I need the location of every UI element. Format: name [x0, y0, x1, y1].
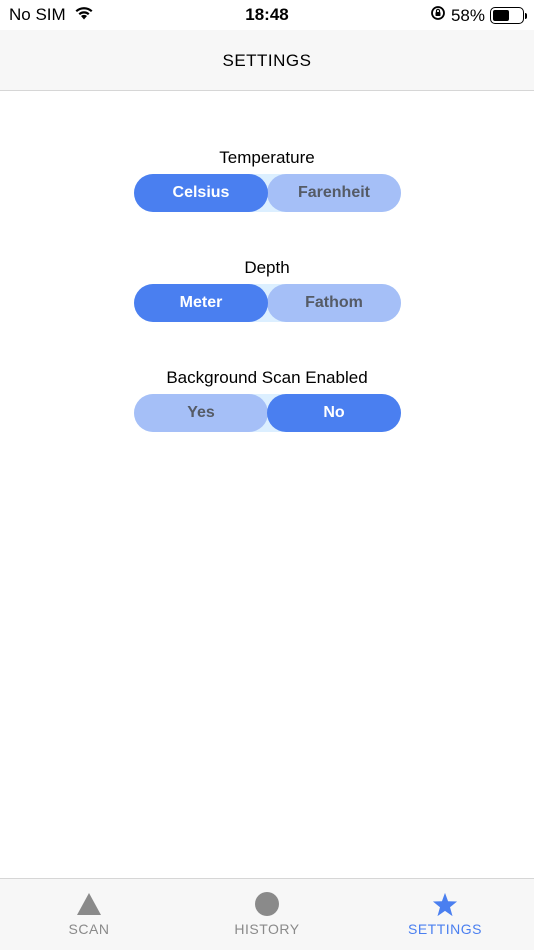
triangle-icon	[76, 891, 102, 917]
battery-percent: 58%	[450, 5, 485, 25]
tab-label: HISTORY	[234, 921, 300, 937]
nav-header: SETTINGS	[0, 30, 534, 91]
setting-temperature: Temperature Celsius Farenheit	[0, 146, 534, 212]
depth-segmented-control: Meter Fathom	[134, 284, 401, 322]
setting-label: Background Scan Enabled	[166, 368, 368, 387]
tab-label: SCAN	[68, 921, 110, 937]
setting-depth: Depth Meter Fathom	[0, 256, 534, 322]
battery-icon	[490, 7, 527, 24]
circle-icon	[254, 891, 280, 917]
tab-history[interactable]: HISTORY	[178, 879, 356, 950]
celsius-option[interactable]: Celsius	[134, 174, 268, 212]
yes-option[interactable]: Yes	[134, 394, 268, 432]
tab-settings[interactable]: SETTINGS	[356, 879, 534, 950]
status-bar: No SIM 18:48 58%	[0, 0, 534, 30]
status-right: 58%	[430, 5, 527, 26]
no-option[interactable]: No	[267, 394, 401, 432]
battery-fill	[493, 10, 510, 21]
tab-label: SETTINGS	[407, 921, 482, 937]
meter-option[interactable]: Meter	[134, 284, 268, 322]
farenheit-option[interactable]: Farenheit	[267, 174, 401, 212]
setting-label: Temperature	[219, 148, 315, 167]
tab-bar: SCAN HISTORY SETTINGS	[0, 878, 534, 950]
star-icon	[432, 891, 458, 917]
background-scan-segmented-control: Yes No	[134, 394, 401, 432]
orientation-lock-icon	[430, 5, 446, 26]
page-title: SETTINGS	[222, 51, 312, 70]
tab-scan[interactable]: SCAN	[0, 879, 178, 950]
temperature-segmented-control: Celsius Farenheit	[134, 174, 401, 212]
fathom-option[interactable]: Fathom	[267, 284, 401, 322]
setting-background-scan: Background Scan Enabled Yes No	[0, 366, 534, 432]
setting-label: Depth	[244, 258, 290, 277]
